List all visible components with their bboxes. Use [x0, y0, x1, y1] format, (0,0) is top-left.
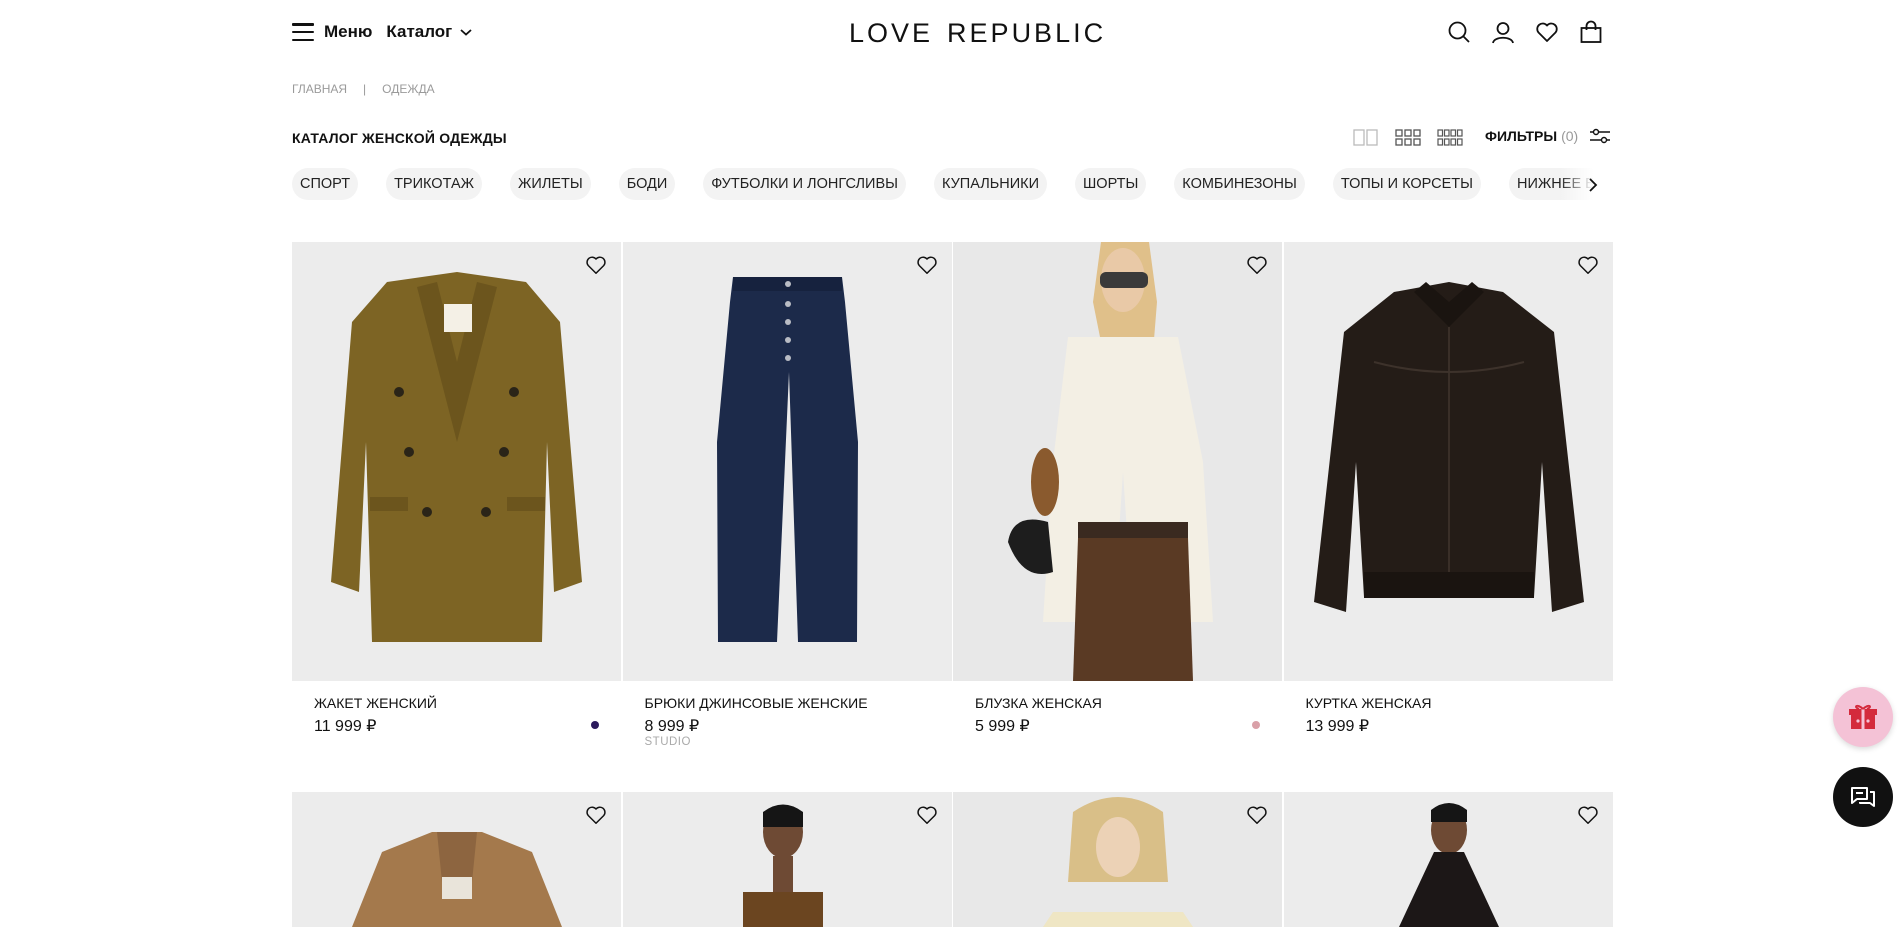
product-image-leather-jacket[interactable] [1283, 242, 1613, 681]
breadcrumb-home[interactable]: ГЛАВНАЯ [292, 82, 347, 96]
filters-button[interactable]: ФИЛЬТРЫ (0) [1485, 128, 1611, 144]
suede-jacket-illustration [352, 832, 562, 927]
product-card[interactable]: БЛУЗКА ЖЕНСКАЯ 5 999 ₽ [953, 242, 1282, 791]
favorite-icon[interactable] [916, 804, 938, 826]
page-title: КАТАЛОГ ЖЕНСКОЙ ОДЕЖДЫ [292, 130, 507, 146]
category-pill[interactable]: ТОПЫ И КОРСЕТЫ [1332, 168, 1482, 200]
favorite-icon[interactable] [585, 804, 607, 826]
jeans-illustration [716, 277, 858, 642]
search-icon[interactable] [1447, 20, 1471, 44]
category-pill[interactable]: ФУТБОЛКИ И ЛОНГСЛИВЫ [703, 168, 906, 200]
site-header: Меню Каталог LOVE REPUBLIC [0, 0, 1903, 70]
category-pill[interactable]: ЖИЛЕТЫ [510, 168, 591, 200]
model-sweater-illustration [1043, 797, 1193, 927]
product-price: 11 999 ₽ [314, 718, 377, 735]
product-image-jeans[interactable] [622, 242, 952, 681]
brand-logo[interactable]: LOVE REPUBLIC [849, 18, 1106, 49]
category-pill[interactable]: КОМБИНЕЗОНЫ [1174, 168, 1305, 200]
filters-label: ФИЛЬТРЫ [1485, 128, 1558, 144]
model-blouse-illustration [1008, 242, 1213, 681]
grid-2-icon[interactable] [1353, 129, 1379, 147]
product-card[interactable] [953, 792, 1282, 927]
hamburger-icon[interactable] [292, 23, 314, 41]
product-card[interactable] [292, 792, 621, 927]
color-swatch[interactable] [591, 721, 599, 729]
grid-3-icon[interactable] [1395, 129, 1421, 147]
logo-word-republic: REPUBLIC [947, 18, 1107, 48]
favorite-icon[interactable] [1577, 254, 1599, 276]
favorite-icon[interactable] [916, 254, 938, 276]
catalog-label: Каталог [386, 22, 453, 41]
chat-button[interactable] [1833, 767, 1893, 827]
product-card[interactable]: КУРТКА ЖЕНСКАЯ 13 999 ₽ [1283, 242, 1613, 791]
product-price: 13 999 ₽ [1305, 718, 1370, 735]
header-actions [1447, 20, 1603, 44]
filters-count: (0) [1561, 128, 1579, 144]
category-pill[interactable]: КУПАЛЬНИКИ [933, 168, 1047, 200]
product-name[interactable]: БЛУЗКА ЖЕНСКАЯ [975, 695, 1102, 711]
menu-button[interactable]: Меню [324, 22, 372, 42]
category-pill[interactable]: БОДИ [618, 168, 676, 200]
product-grid-row-2 [292, 792, 1613, 927]
favorite-icon[interactable] [1246, 254, 1268, 276]
model-dress-illustration [1398, 803, 1499, 927]
category-pill[interactable]: ШОРТЫ [1075, 168, 1147, 200]
product-image-model-top[interactable] [622, 792, 952, 927]
chat-icon [1851, 787, 1875, 807]
sliders-icon [1590, 128, 1611, 144]
favorite-icon[interactable] [1246, 804, 1268, 826]
grid-4-icon[interactable] [1437, 129, 1463, 147]
product-name[interactable]: КУРТКА ЖЕНСКАЯ [1306, 695, 1432, 711]
leather-jacket-illustration [1313, 282, 1584, 612]
grid-view-switch [1353, 129, 1463, 147]
color-swatch[interactable] [1252, 721, 1260, 729]
gift-icon [1849, 704, 1877, 729]
product-price: 8 999 ₽ [644, 718, 700, 735]
product-image-blouse[interactable] [953, 242, 1282, 681]
chevron-down-icon [460, 29, 472, 36]
heart-icon[interactable] [1535, 20, 1559, 44]
breadcrumb-current[interactable]: ОДЕЖДА [382, 82, 434, 96]
breadcrumb: ГЛАВНАЯ | ОДЕЖДА [292, 82, 435, 96]
product-price: 5 999 ₽ [975, 718, 1030, 735]
breadcrumb-separator: | [363, 82, 367, 96]
header-left: Меню Каталог [292, 22, 472, 42]
category-pill[interactable]: ТРИКОТАЖ [386, 168, 483, 200]
product-collection: STUDIO [644, 736, 691, 748]
category-pills: СПОРТ ТРИКОТАЖ ЖИЛЕТЫ БОДИ ФУТБОЛКИ И ЛО… [292, 168, 1610, 204]
product-card[interactable]: ЖАКЕТ ЖЕНСКИЙ 11 999 ₽ [292, 242, 621, 791]
product-image-suede-jacket[interactable] [292, 792, 621, 927]
favorite-icon[interactable] [1577, 804, 1599, 826]
product-image-model-dress[interactable] [1283, 792, 1613, 927]
model-top-illustration [742, 804, 823, 927]
category-pill[interactable]: СПОРТ [292, 168, 359, 200]
product-image-model-sweater[interactable] [953, 792, 1282, 927]
favorite-icon[interactable] [585, 254, 607, 276]
product-card[interactable] [1283, 792, 1613, 927]
product-image-jacket[interactable] [292, 242, 621, 681]
chevron-right-icon[interactable] [1584, 176, 1602, 194]
bag-icon[interactable] [1579, 20, 1603, 44]
jacket-illustration [331, 272, 582, 642]
product-card[interactable] [622, 792, 952, 927]
catalog-dropdown[interactable]: Каталог [386, 22, 472, 42]
logo-word-love: LOVE [849, 18, 934, 48]
product-card[interactable]: БРЮКИ ДЖИНСОВЫЕ ЖЕНСКИЕ 8 999 ₽ STUDIO [622, 242, 952, 791]
user-icon[interactable] [1491, 20, 1515, 44]
product-name[interactable]: БРЮКИ ДЖИНСОВЫЕ ЖЕНСКИЕ [645, 695, 868, 711]
gift-button[interactable] [1833, 687, 1893, 747]
product-name[interactable]: ЖАКЕТ ЖЕНСКИЙ [314, 695, 437, 711]
product-grid: ЖАКЕТ ЖЕНСКИЙ 11 999 ₽ БРЮКИ ДЖИНСОВЫЕ Ж… [292, 242, 1613, 791]
